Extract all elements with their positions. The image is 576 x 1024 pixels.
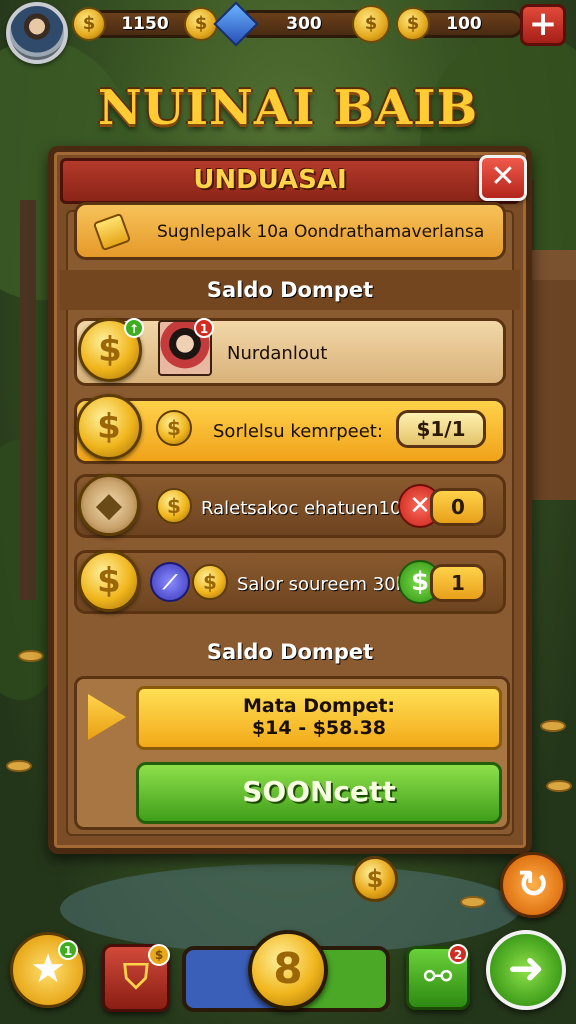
reward-label: Salor soureem 30l (237, 574, 401, 595)
refresh-button[interactable]: ↻ (500, 852, 566, 918)
reward-value: 1 (430, 564, 486, 602)
link-icon: ⚯ (423, 957, 453, 997)
center-coin-button[interactable]: 8 (248, 930, 328, 1010)
close-button[interactable]: ✕ (479, 155, 527, 201)
section-label-wallet: Saldo Dompet (60, 270, 520, 310)
coin-icon: $ (148, 944, 170, 966)
ticket-icon: ◆ (78, 474, 140, 536)
dialog-header: UNDUASAI ✕ (60, 155, 527, 204)
coin-icon: $ (396, 7, 430, 41)
info-text: Sugnlepalk 10a Oondrathamaverlansa (157, 222, 485, 242)
info-bar: Sugnlepalk 10a Oondrathamaverlansa (74, 202, 506, 260)
reward-value: $1/1 (396, 410, 486, 448)
coin-icon: $ (352, 856, 398, 902)
notification-badge: 1 (194, 318, 214, 338)
wallet-box: Mata Dompet: $14 - $58.38 (136, 686, 502, 750)
cash-count: 100 (446, 14, 482, 34)
notification-badge: 1 (58, 940, 78, 960)
wallet-label: Mata Dompet: (242, 695, 396, 717)
section-label-wallet-2: Saldo Dompet (206, 640, 374, 664)
next-button[interactable]: ➜ (486, 930, 566, 1010)
player-avatar[interactable] (6, 2, 68, 64)
shop-icon: ⛉ (123, 957, 149, 997)
coin-icon: $ (78, 550, 140, 612)
reward-value: 0 (430, 488, 486, 526)
gem-icon (213, 1, 259, 47)
magic-wand-icon: ⟋ (150, 562, 190, 602)
dialog-title: UNDUASAI (193, 165, 347, 195)
reward-label: Sorlelsu kemrpeet: (213, 421, 383, 442)
coin-icon: $ (192, 564, 228, 600)
game-title: NUINAI BAIB (97, 80, 479, 136)
coin-icon: $ (352, 5, 390, 43)
gem-count: 300 (286, 14, 322, 34)
reward-label: Nurdanlout (227, 343, 328, 364)
coin-icon: $ (76, 394, 142, 460)
coin-icon: $ (156, 410, 192, 446)
next-arrow-icon: ➜ (507, 943, 545, 994)
wallet-range: $14 - $58.38 (251, 717, 387, 739)
tag-icon (92, 212, 132, 252)
coin-count: 1150 (121, 14, 169, 34)
coin-icon: $ (156, 488, 192, 524)
coin-icon: $ (72, 7, 106, 41)
action-button[interactable]: SOONcett (136, 762, 502, 824)
notification-badge: 2 (448, 944, 468, 964)
refresh-icon: ↻ (517, 862, 549, 906)
reward-label: Raletsakoc ehatuen10a1 (201, 498, 424, 519)
add-currency-button[interactable]: + (520, 4, 566, 46)
notification-badge: ↑ (124, 318, 144, 338)
